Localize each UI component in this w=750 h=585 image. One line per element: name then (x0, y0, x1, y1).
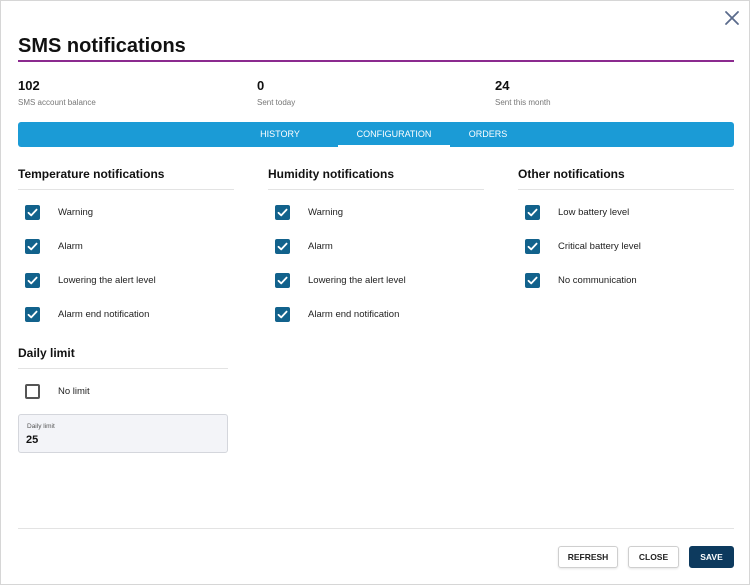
tab-bar: HISTORY CONFIGURATION ORDERS (18, 122, 734, 147)
other-checkbox-1[interactable] (525, 205, 540, 220)
check-icon (527, 276, 538, 285)
daily-limit-field-label: Daily limit (27, 423, 55, 430)
humidity-checkbox-1[interactable] (275, 205, 290, 220)
save-button[interactable]: SAVE (689, 546, 734, 568)
other-checkbox-label: Critical battery level (558, 241, 641, 252)
check-icon (277, 208, 288, 217)
no-limit-label: No limit (58, 386, 90, 397)
close-icon[interactable] (723, 9, 741, 27)
section-divider (18, 189, 234, 190)
temperature-checkbox-label: Lowering the alert level (58, 275, 156, 286)
daily-limit-field[interactable]: Daily limit (18, 414, 228, 453)
stat-sms-balance: 102 SMS account balance (18, 78, 96, 107)
active-tab-indicator (338, 145, 450, 147)
check-icon (277, 310, 288, 319)
section-divider (268, 189, 484, 190)
temperature-checkbox-2[interactable] (25, 239, 40, 254)
stat-value: 24 (495, 78, 510, 93)
humidity-checkbox-label: Lowering the alert level (308, 275, 406, 286)
temperature-section-title: Temperature notifications (18, 167, 165, 181)
other-checkbox-2[interactable] (525, 239, 540, 254)
check-icon (527, 242, 538, 251)
check-icon (527, 208, 538, 217)
temperature-checkbox-label: Warning (58, 207, 94, 218)
sms-notifications-dialog: SMS notifications 102 SMS account balanc… (0, 0, 750, 585)
daily-limit-input[interactable] (26, 432, 216, 448)
temperature-checkbox-4[interactable] (25, 307, 40, 322)
other-checkbox-label: Low battery level (558, 207, 630, 218)
stat-sent-today: 0 Sent today (257, 78, 295, 107)
humidity-section-title: Humidity notifications (268, 167, 394, 181)
section-divider (18, 368, 228, 369)
tab-history[interactable]: HISTORY (250, 122, 310, 147)
stat-value: 0 (257, 78, 265, 93)
refresh-button[interactable]: REFRESH (558, 546, 618, 568)
humidity-checkbox-label: Alarm (308, 241, 333, 252)
stat-label: Sent this month (495, 98, 551, 107)
stat-label: Sent today (257, 98, 296, 107)
close-button[interactable]: CLOSE (628, 546, 679, 568)
title-underline (18, 60, 734, 62)
check-icon (277, 276, 288, 285)
other-section-title: Other notifications (518, 167, 625, 181)
humidity-checkbox-label: Warning (308, 207, 344, 218)
tab-orders[interactable]: ORDERS (448, 122, 528, 147)
humidity-checkbox-3[interactable] (275, 273, 290, 288)
other-checkbox-3[interactable] (525, 273, 540, 288)
humidity-checkbox-2[interactable] (275, 239, 290, 254)
footer-divider (18, 528, 734, 529)
stat-value: 102 (18, 78, 40, 93)
section-divider (518, 189, 734, 190)
stat-label: SMS account balance (18, 98, 96, 107)
check-icon (277, 242, 288, 251)
temperature-checkbox-1[interactable] (25, 205, 40, 220)
stat-sent-this-month: 24 Sent this month (495, 78, 551, 107)
temperature-checkbox-3[interactable] (25, 273, 40, 288)
check-icon (27, 242, 38, 251)
temperature-checkbox-label: Alarm (58, 241, 83, 252)
no-limit-checkbox[interactable] (25, 384, 40, 399)
other-checkbox-label: No communication (558, 275, 637, 286)
humidity-checkbox-4[interactable] (275, 307, 290, 322)
check-icon (27, 208, 38, 217)
tab-configuration[interactable]: CONFIGURATION (338, 122, 450, 147)
humidity-checkbox-label: Alarm end notification (308, 309, 400, 320)
daily-limit-section-title: Daily limit (18, 346, 75, 360)
check-icon (27, 276, 38, 285)
dialog-title: SMS notifications (18, 35, 186, 57)
check-icon (27, 310, 38, 319)
temperature-checkbox-label: Alarm end notification (58, 309, 150, 320)
